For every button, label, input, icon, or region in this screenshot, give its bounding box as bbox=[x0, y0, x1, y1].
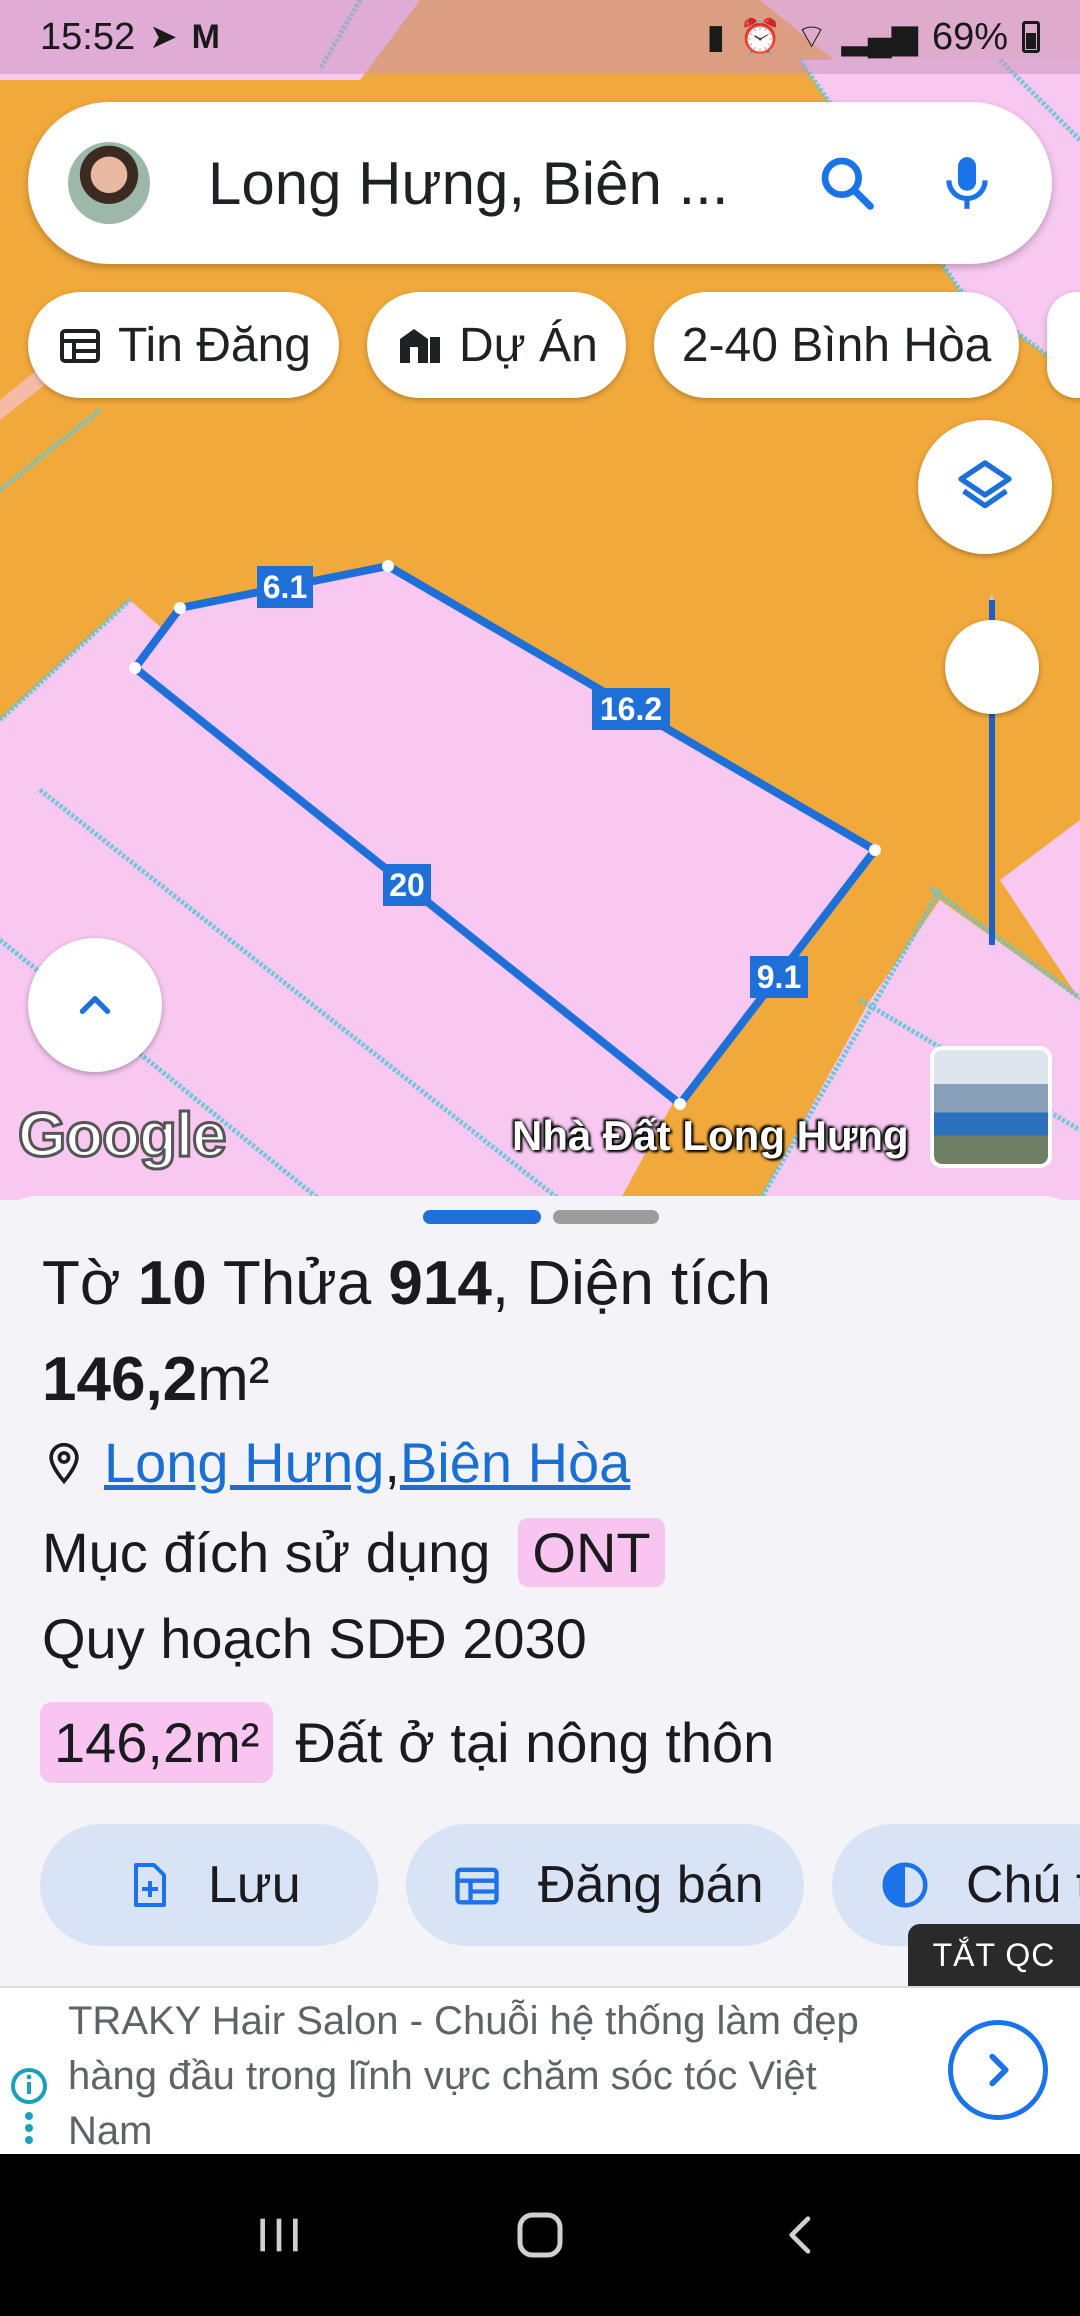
title-mid: Thửa bbox=[206, 1249, 389, 1318]
chip-label: Dự Án bbox=[458, 318, 598, 372]
land-use-area-badge: 146,2m² bbox=[40, 1702, 274, 1783]
save-label: Lưu bbox=[208, 1856, 301, 1914]
parcel-location: Long Hưng, Biên Hòa bbox=[42, 1430, 630, 1495]
purpose-code-badge: ONT bbox=[518, 1518, 665, 1587]
status-time: 15:52 bbox=[40, 15, 136, 58]
chip-label: 2-40 Bình Hòa bbox=[681, 318, 992, 372]
zoom-slider-handle[interactable] bbox=[945, 620, 1039, 714]
sheet-number: 10 bbox=[137, 1249, 207, 1318]
building-icon bbox=[399, 329, 440, 363]
chip-more[interactable] bbox=[1047, 292, 1080, 398]
calendar-icon bbox=[455, 1867, 499, 1905]
filter-chips: Tin Đăng Dự Án 2-40 Bình Hòa bbox=[28, 292, 1080, 398]
microphone-icon bbox=[946, 157, 988, 209]
land-purpose: Mục đích sử dụng ONT bbox=[42, 1518, 665, 1587]
calendar-icon bbox=[60, 329, 100, 363]
ad-info-icon[interactable] bbox=[8, 2066, 50, 2151]
search-input[interactable]: Long Hưng, Biên ... bbox=[208, 149, 802, 218]
map-place-label[interactable]: Nhà Đất Long Hưng bbox=[512, 1112, 909, 1160]
recent-apps-button[interactable] bbox=[251, 2207, 307, 2263]
plan-label: Quy hoạch SDĐ 2030 bbox=[42, 1607, 587, 1670]
search-bar[interactable]: Long Hưng, Biên ... bbox=[28, 102, 1052, 264]
land-use-row: 146,2m² Đất ở tại nông thôn bbox=[40, 1702, 774, 1783]
chip-du-an[interactable]: Dự Án bbox=[366, 292, 626, 398]
layers-icon bbox=[958, 460, 1012, 509]
chip-tin-dang[interactable]: Tin Đăng bbox=[28, 292, 339, 398]
chevron-right-icon bbox=[989, 2053, 1009, 2087]
close-ad-button[interactable]: TẮT QC bbox=[908, 1924, 1080, 1986]
sheet-page-indicator-active bbox=[423, 1210, 541, 1224]
edge-label-right-top: 16.2 bbox=[600, 691, 662, 727]
system-navigation-bar bbox=[0, 2154, 1080, 2316]
status-bar: 15:52 ➤ M ▮ ⏰ ⌔ ▂▄▆ 69% bbox=[0, 0, 1080, 74]
sheet-drag-handle[interactable] bbox=[423, 1210, 659, 1224]
place-details-sheet[interactable]: Tờ 10 Thửa 914, Diện tích 146,2m² Long H… bbox=[0, 1196, 1080, 1986]
parcel-area: 146,2 bbox=[42, 1345, 198, 1414]
expand-sheet-button[interactable] bbox=[28, 938, 162, 1072]
location-separator: , bbox=[384, 1431, 400, 1494]
info-icon bbox=[11, 2068, 47, 2144]
ad-banner[interactable]: TRAKY Hair Salon - Chuỗi hệ thống làm đẹ… bbox=[0, 1986, 1080, 2154]
edge-label-right: 9.1 bbox=[757, 959, 801, 995]
land-use-description: Đất ở tại nông thôn bbox=[295, 1711, 775, 1774]
home-icon bbox=[517, 2212, 563, 2258]
alarm-icon: ⏰ bbox=[739, 18, 782, 56]
title-prefix: Tờ bbox=[42, 1249, 138, 1318]
recent-apps-icon bbox=[260, 2218, 298, 2252]
parcel-title: Tờ 10 Thửa 914, Diện tích 146,2m² bbox=[42, 1236, 1042, 1428]
battery-icon bbox=[1022, 21, 1040, 53]
post-for-sale-label: Đăng bán bbox=[538, 1856, 764, 1914]
city-link[interactable]: Biên Hòa bbox=[400, 1430, 630, 1495]
purpose-label: Mục đích sử dụng bbox=[42, 1521, 491, 1584]
sim-icon: ▮ bbox=[706, 18, 726, 56]
telegram-icon: ➤ bbox=[149, 18, 178, 56]
sheet-page-indicator bbox=[553, 1210, 659, 1224]
ward-link[interactable]: Long Hưng bbox=[104, 1430, 384, 1495]
ad-text[interactable]: TRAKY Hair Salon - Chuỗi hệ thống làm đẹ… bbox=[68, 1994, 908, 2159]
back-button[interactable] bbox=[773, 2207, 829, 2263]
place-thumbnail[interactable] bbox=[930, 1046, 1052, 1168]
add-file-icon bbox=[134, 1863, 166, 1907]
parcel-number: 914 bbox=[388, 1249, 492, 1318]
save-button[interactable]: Lưu bbox=[40, 1824, 378, 1946]
signal-icon: ▂▄▆ bbox=[841, 18, 918, 56]
title-suffix: , Diện tích bbox=[491, 1249, 771, 1318]
chevron-up-icon bbox=[79, 996, 111, 1014]
note-label: Chú t bbox=[966, 1856, 1080, 1914]
gmail-icon: M bbox=[191, 18, 220, 56]
home-button[interactable] bbox=[510, 2205, 570, 2265]
search-button[interactable] bbox=[802, 138, 892, 228]
location-pin-icon bbox=[49, 1442, 79, 1484]
chip-label: Tin Đăng bbox=[118, 318, 311, 372]
battery-percent: 69% bbox=[931, 15, 1008, 58]
voice-search-button[interactable] bbox=[922, 138, 1012, 228]
ad-open-button[interactable] bbox=[948, 2020, 1048, 2120]
post-for-sale-button[interactable]: Đăng bán bbox=[406, 1824, 804, 1946]
layers-button[interactable] bbox=[918, 420, 1052, 554]
edge-label-top: 6.1 bbox=[263, 569, 307, 605]
google-logo: Google bbox=[17, 1100, 229, 1172]
search-icon bbox=[821, 157, 874, 210]
edge-label-left: 20 bbox=[389, 867, 425, 903]
area-unit: m² bbox=[197, 1345, 270, 1414]
avatar[interactable] bbox=[68, 142, 150, 224]
back-icon bbox=[788, 2216, 810, 2254]
contrast-icon bbox=[882, 1862, 928, 1908]
chip-binh-hoa[interactable]: 2-40 Bình Hòa bbox=[653, 292, 1020, 398]
wifi-icon: ⌔ bbox=[795, 18, 828, 56]
